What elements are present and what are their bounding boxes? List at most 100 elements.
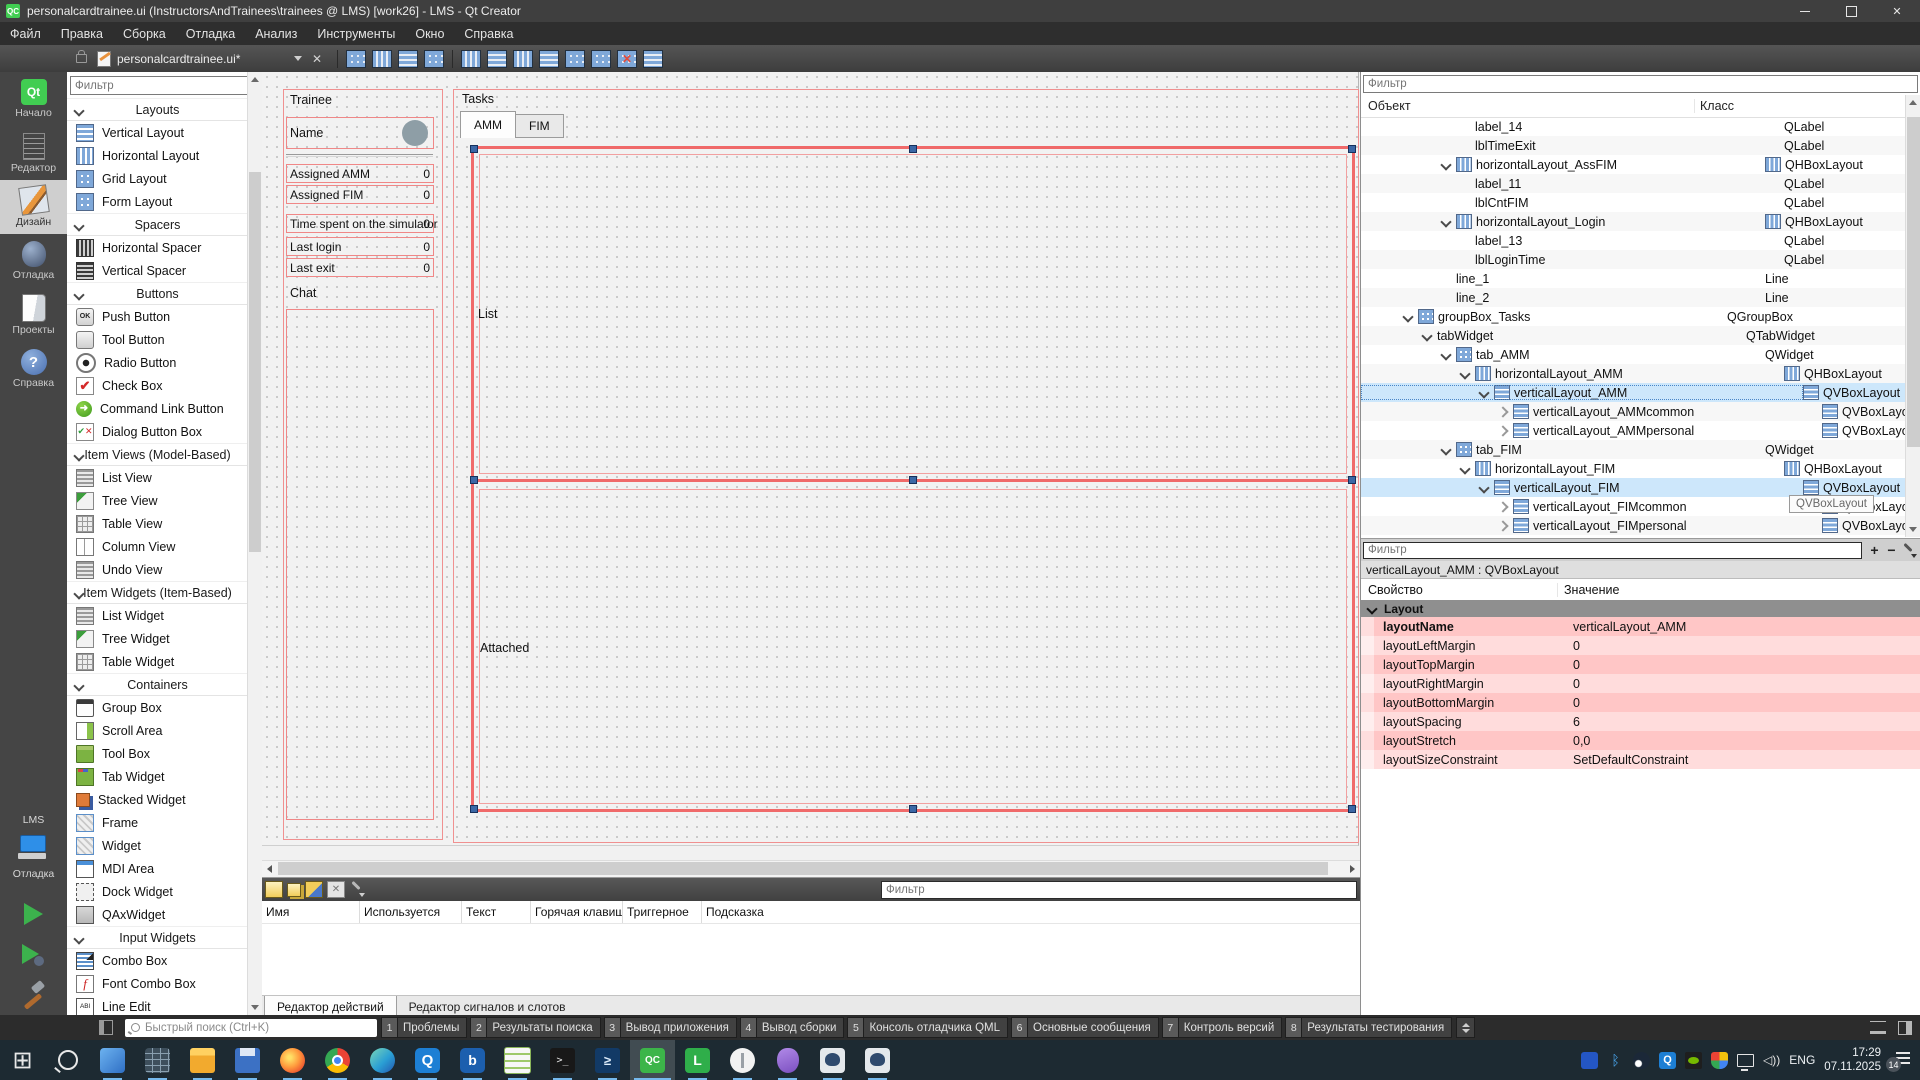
panel-button-8[interactable]: 8Результаты тестирования	[1285, 1017, 1452, 1038]
calculator-app[interactable]	[135, 1040, 180, 1080]
purple-app[interactable]	[765, 1040, 810, 1080]
panel-button-4[interactable]: 4Вывод сборки	[740, 1017, 845, 1038]
quick-search[interactable]: Быстрый поиск (Ctrl+K)	[125, 1019, 377, 1037]
widget-item-grid-layout[interactable]: Grid Layout	[67, 167, 248, 190]
widget-item-scroll-area[interactable]: Scroll Area	[67, 719, 248, 742]
mode-welcome[interactable]: QtНачало	[0, 72, 67, 126]
widget-item-check-box[interactable]: ✔Check Box	[67, 374, 248, 397]
resize-handle[interactable]	[909, 476, 917, 484]
widget-item-push-button[interactable]: OKPush Button	[67, 305, 248, 328]
trainee-group-box[interactable]: Trainee Name Assigned AMM0Assigned FIM0T…	[283, 89, 443, 840]
property-row-layoutLeftMargin[interactable]: layoutLeftMargin0	[1361, 636, 1920, 655]
widget-item-mdi-area[interactable]: MDI Area	[67, 857, 248, 880]
widget-item-combo-box[interactable]: Combo Box	[67, 949, 248, 972]
language-indicator[interactable]: ENG	[1789, 1053, 1815, 1067]
widget-box-scrollbar[interactable]	[247, 72, 262, 1015]
delete-action-icon[interactable]	[327, 881, 345, 898]
panel-button-1[interactable]: 1Проблемы	[381, 1017, 467, 1038]
postgres-app[interactable]	[810, 1040, 855, 1080]
mode-editor[interactable]: Редактор	[0, 126, 67, 180]
widget-item-tool-button[interactable]: Tool Button	[67, 328, 248, 351]
clock[interactable]: 17:29 07.11.2025	[1824, 1046, 1881, 1075]
widget-item-group-box[interactable]: Group Box	[67, 696, 248, 719]
close-document-icon[interactable]: ✕	[302, 52, 332, 66]
property-value[interactable]: 0,0	[1566, 734, 1920, 748]
media-app[interactable]	[720, 1040, 765, 1080]
mode-projects[interactable]: Проекты	[0, 288, 67, 342]
widget-item-form-layout[interactable]: Form Layout	[67, 190, 248, 213]
edit-widgets-icon[interactable]	[346, 50, 366, 68]
resize-handle[interactable]	[909, 145, 917, 153]
tree-row-lblLoginTime[interactable]: lblLoginTimeQLabel	[1361, 250, 1905, 269]
search-button[interactable]	[45, 1040, 90, 1080]
canvas-horizontal-scrollbar[interactable]	[262, 860, 1360, 877]
widget-item-frame[interactable]: Frame	[67, 811, 248, 834]
property-value[interactable]: 0	[1566, 696, 1920, 710]
tasks-group-box[interactable]: Tasks AMMFIM List Attached	[453, 89, 1359, 843]
property-row-layoutName[interactable]: layoutNameverticalLayout_AMM	[1361, 617, 1920, 636]
widget-item-stacked-widget[interactable]: Stacked Widget	[67, 788, 248, 811]
widget-item-tree-widget[interactable]: Tree Widget	[67, 627, 248, 650]
resize-handle[interactable]	[470, 476, 478, 484]
mail-app[interactable]: b	[450, 1040, 495, 1080]
widget-section-input-widgets[interactable]: Input Widgets	[67, 926, 248, 949]
qt-creator[interactable]: QC	[630, 1040, 675, 1080]
sidebar-toggle-icon[interactable]	[99, 1020, 113, 1035]
widget-section-containers[interactable]: Containers	[67, 673, 248, 696]
trainee-field-4[interactable]: Last exit0	[286, 258, 434, 277]
list-layout-rect[interactable]	[479, 154, 1347, 474]
widget-item-table-widget[interactable]: Table Widget	[67, 650, 248, 673]
q-app-tray-icon[interactable]: Q	[1659, 1052, 1676, 1069]
edit-buddies-icon[interactable]	[398, 50, 418, 68]
bottom-tab-signals-slots[interactable]: Редактор сигналов и слотов	[397, 996, 578, 1016]
defender-tray-icon[interactable]	[1711, 1052, 1728, 1069]
scroll-down-icon[interactable]	[1909, 527, 1917, 532]
debug-run-button[interactable]	[22, 944, 44, 966]
tree-row-line_1[interactable]: line_1Line	[1361, 269, 1905, 288]
layout-form-icon[interactable]	[565, 50, 585, 68]
widget-item-horizontal-layout[interactable]: Horizontal Layout	[67, 144, 248, 167]
tree-row-verticalLayout_FIMpersonal[interactable]: verticalLayout_FIMpersonalQVBoxLayout	[1361, 516, 1905, 535]
widget-item-command-link-button[interactable]: ➜Command Link Button	[67, 397, 248, 420]
photos-app[interactable]	[90, 1040, 135, 1080]
panel-button-3[interactable]: 3Вывод приложения	[604, 1017, 737, 1038]
edit-tab-order-icon[interactable]	[424, 50, 444, 68]
expand-slot[interactable]	[1439, 218, 1452, 226]
form-surface[interactable]: Trainee Name Assigned AMM0Assigned FIM0T…	[262, 72, 1359, 846]
mode-debug[interactable]: Отладка	[0, 234, 67, 288]
tv-tray-icon[interactable]	[1581, 1052, 1598, 1069]
property-value[interactable]: 0	[1566, 639, 1920, 653]
close-button[interactable]	[1874, 0, 1920, 22]
tree-row-lblTimeExit[interactable]: lblTimeExitQLabel	[1361, 136, 1905, 155]
name-layout-box[interactable]: Name	[286, 117, 434, 149]
property-row-layoutSpacing[interactable]: layoutSpacing6	[1361, 712, 1920, 731]
tree-row-horizontalLayout_AMM[interactable]: horizontalLayout_AMMQHBoxLayout	[1361, 364, 1905, 383]
widget-item-dock-widget[interactable]: Dock Widget	[67, 880, 248, 903]
scroll-up-icon[interactable]	[1909, 100, 1917, 105]
chrome[interactable]	[315, 1040, 360, 1080]
widget-item-vertical-spacer[interactable]: Vertical Spacer	[67, 259, 248, 282]
property-row-layoutBottomMargin[interactable]: layoutBottomMargin0	[1361, 693, 1920, 712]
resize-handle[interactable]	[1348, 476, 1356, 484]
configure-properties-icon[interactable]	[1900, 542, 1917, 559]
scroll-left-icon[interactable]	[267, 865, 272, 873]
powershell[interactable]: ≥	[585, 1040, 630, 1080]
q-app[interactable]: Q	[405, 1040, 450, 1080]
file-explorer[interactable]	[180, 1040, 225, 1080]
expand-slot[interactable]	[1496, 427, 1509, 435]
widget-item-vertical-layout[interactable]: Vertical Layout	[67, 121, 248, 144]
network-tray-icon[interactable]	[1737, 1054, 1754, 1067]
scrollbar-thumb[interactable]	[1907, 117, 1920, 447]
tree-row-horizontalLayout_Login[interactable]: horizontalLayout_LoginQHBoxLayout	[1361, 212, 1905, 231]
expand-slot[interactable]	[1439, 446, 1452, 454]
property-row-layoutSizeConstraint[interactable]: layoutSizeConstraintSetDefaultConstraint	[1361, 750, 1920, 769]
menu-window[interactable]: Окно	[405, 22, 454, 45]
tree-row-horizontalLayout_AssFIM[interactable]: horizontalLayout_AssFIMQHBoxLayout	[1361, 155, 1905, 174]
action-column-3[interactable]: Горячая клавиш	[531, 901, 623, 923]
tree-row-tab_FIM[interactable]: tab_FIMQWidget	[1361, 440, 1905, 459]
panel-button-7[interactable]: 7Контроль версий	[1162, 1017, 1283, 1038]
menu-help[interactable]: Справка	[454, 22, 523, 45]
postgres-app-2[interactable]	[855, 1040, 900, 1080]
scroll-up-icon[interactable]	[251, 77, 259, 82]
object-inspector-scrollbar[interactable]	[1905, 95, 1920, 537]
